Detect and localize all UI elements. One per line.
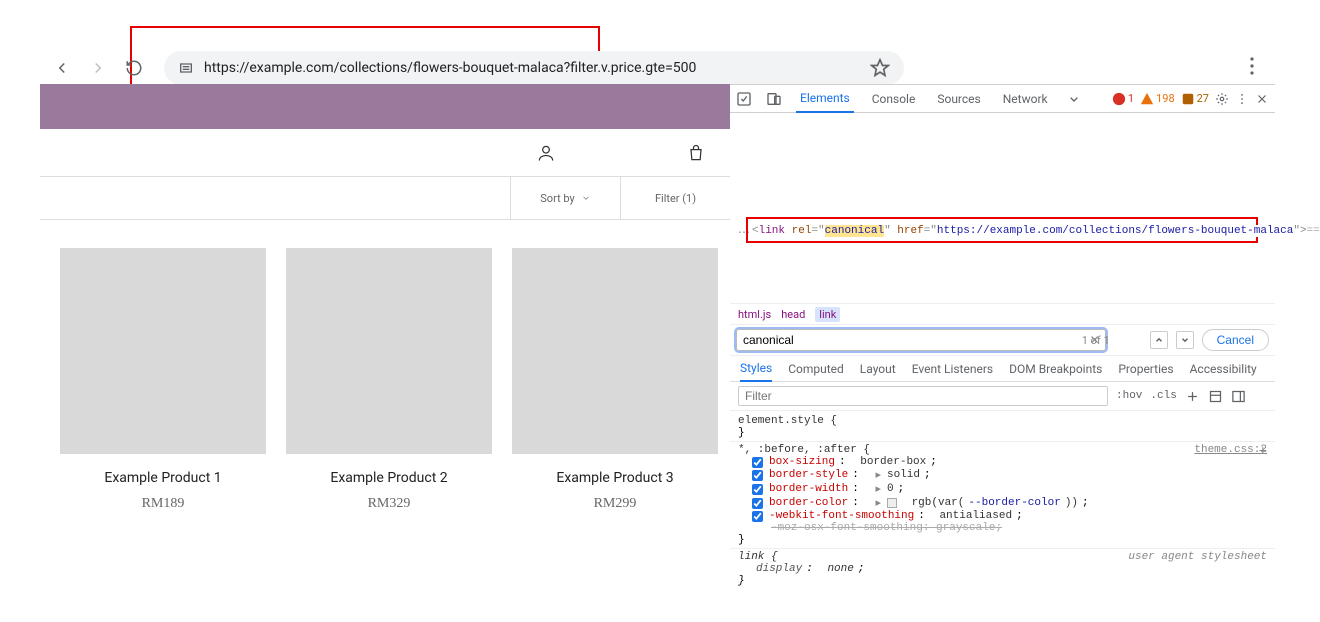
product-price: RM299 [512, 496, 718, 512]
close-devtools-icon[interactable] [1255, 92, 1269, 106]
tab-layout[interactable]: Layout [860, 362, 896, 376]
url-text: https://example.com/collections/flowers-… [204, 60, 870, 76]
settings-icon[interactable] [1215, 92, 1229, 106]
dom-search-row: ✕ 1 of 1 Cancel [730, 325, 1275, 356]
store-header [40, 129, 730, 176]
hov-toggle[interactable]: :hov [1116, 390, 1142, 402]
product-name: Example Product 3 [512, 470, 718, 486]
prop-toggle[interactable] [752, 470, 763, 481]
cart-icon[interactable] [686, 143, 706, 163]
dom-node-link[interactable]: <link rel="canonical" href="https://exam… [752, 225, 1263, 237]
device-toggle-icon[interactable] [766, 91, 782, 107]
dom-breadcrumb: html.js head link [730, 303, 1275, 325]
tab-console[interactable]: Console [868, 85, 920, 113]
warning-badge[interactable]: 198 [1140, 92, 1175, 106]
error-badge[interactable]: 1 [1112, 92, 1134, 106]
css-rules: element.style { } theme.css:2 *, :before… [730, 411, 1275, 593]
product-image [286, 248, 492, 454]
add-property-button[interactable]: + [1259, 444, 1267, 460]
product-card[interactable]: Example Product 1 RM189 [60, 248, 266, 512]
prop-toggle[interactable] [752, 498, 763, 509]
product-name: Example Product 2 [286, 470, 492, 486]
source-link[interactable]: theme.css:2 [1194, 444, 1267, 456]
rule-link-ua[interactable]: user agent stylesheet link { display: no… [738, 551, 1267, 587]
styles-tabs: Styles Computed Layout Event Listeners D… [730, 356, 1275, 382]
tab-styles[interactable]: Styles [740, 361, 772, 382]
product-name: Example Product 1 [60, 470, 266, 486]
browser-menu-button[interactable] [1240, 54, 1264, 78]
crumb-link[interactable]: link [815, 307, 840, 322]
sort-by-button[interactable]: Sort by [510, 177, 620, 219]
search-cancel-button[interactable]: Cancel [1202, 329, 1269, 351]
search-prev-button[interactable] [1150, 331, 1168, 349]
site-info-icon[interactable] [178, 60, 194, 76]
search-next-button[interactable] [1176, 331, 1194, 349]
issues-badge[interactable]: 27 [1181, 92, 1209, 106]
ellipsis-icon[interactable]: ⋯ [738, 225, 751, 239]
prop-toggle[interactable] [752, 484, 763, 495]
computed-toggle-icon[interactable] [1208, 389, 1223, 404]
prop-toggle[interactable] [752, 511, 763, 522]
account-icon[interactable] [536, 143, 556, 163]
tab-elements[interactable]: Elements [796, 85, 854, 113]
cls-toggle[interactable]: .cls [1150, 390, 1176, 402]
devtools-tabs: Elements Console Sources Network 1 198 2… [730, 85, 1275, 113]
crumb-html[interactable]: html.js [738, 308, 771, 321]
forward-button[interactable] [84, 54, 112, 82]
reload-button[interactable] [120, 54, 148, 82]
styles-filter-input[interactable] [738, 386, 1108, 406]
browser-toolbar: https://example.com/collections/flowers-… [0, 48, 1320, 88]
collection-toolbar: Sort by Filter (1) [40, 176, 730, 220]
inspect-icon[interactable] [736, 91, 752, 107]
address-bar[interactable]: https://example.com/collections/flowers-… [164, 51, 904, 85]
clear-search-icon[interactable]: ✕ [1090, 333, 1100, 347]
product-grid: Example Product 1 RM189 Example Product … [40, 220, 730, 512]
prop-toggle[interactable] [752, 457, 763, 468]
tab-properties[interactable]: Properties [1118, 362, 1173, 376]
product-card[interactable]: Example Product 3 RM299 [512, 248, 718, 512]
tab-computed[interactable]: Computed [788, 362, 844, 376]
crumb-head[interactable]: head [781, 308, 805, 321]
new-style-rule-icon[interactable] [1185, 389, 1200, 404]
product-price: RM329 [286, 496, 492, 512]
product-image [60, 248, 266, 454]
more-tabs-icon[interactable] [1066, 91, 1082, 107]
devtools-panel: Elements Console Sources Network 1 198 2… [730, 84, 1275, 584]
bookmark-icon[interactable] [870, 58, 890, 78]
webpage-area: Sort by Filter (1) Example Product 1 RM1… [40, 84, 730, 512]
header-banner [40, 84, 730, 129]
tab-network[interactable]: Network [999, 85, 1052, 113]
tab-accessibility[interactable]: Accessibility [1190, 362, 1257, 376]
styles-filter-row: :hov .cls [730, 382, 1275, 411]
back-button[interactable] [48, 54, 76, 82]
product-price: RM189 [60, 496, 266, 512]
rule-star[interactable]: theme.css:2 *, :before, :after { box-siz… [738, 444, 1267, 546]
rule-element-style[interactable]: element.style { } [738, 415, 1267, 439]
product-card[interactable]: Example Product 2 RM329 [286, 248, 492, 512]
devtools-menu-icon[interactable] [1235, 92, 1249, 106]
filter-button[interactable]: Filter (1) [620, 177, 730, 219]
sidebar-toggle-icon[interactable] [1231, 389, 1246, 404]
tab-sources[interactable]: Sources [933, 85, 984, 113]
color-swatch-icon[interactable] [887, 498, 897, 508]
tab-event-listeners[interactable]: Event Listeners [912, 362, 993, 376]
product-image [512, 248, 718, 454]
dom-search-input[interactable] [736, 329, 1106, 351]
tab-dom-breakpoints[interactable]: DOM Breakpoints [1009, 362, 1102, 376]
ua-label: user agent stylesheet [1128, 551, 1267, 563]
dom-tree[interactable]: ⋯ <link rel="canonical" href="https://ex… [730, 113, 1275, 303]
